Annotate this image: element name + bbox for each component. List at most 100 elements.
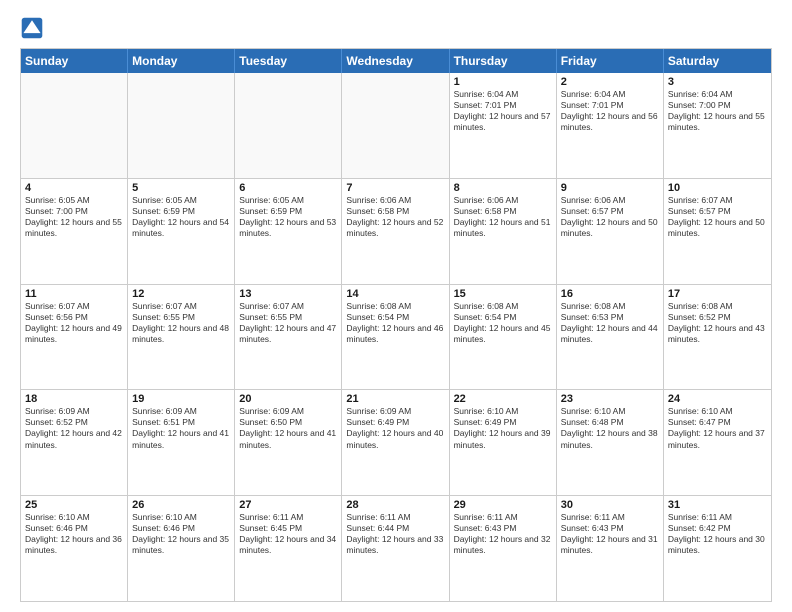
calendar-cell: 19Sunrise: 6:09 AMSunset: 6:51 PMDayligh… — [128, 390, 235, 495]
calendar-body: 1Sunrise: 6:04 AMSunset: 7:01 PMDaylight… — [21, 73, 771, 601]
cell-info: Sunrise: 6:11 AMSunset: 6:43 PMDaylight:… — [561, 512, 659, 556]
day-number: 18 — [25, 393, 123, 405]
calendar-cell: 5Sunrise: 6:05 AMSunset: 6:59 PMDaylight… — [128, 179, 235, 284]
calendar-cell: 17Sunrise: 6:08 AMSunset: 6:52 PMDayligh… — [664, 285, 771, 390]
cell-info: Sunrise: 6:05 AMSunset: 6:59 PMDaylight:… — [132, 195, 230, 239]
cell-info: Sunrise: 6:09 AMSunset: 6:49 PMDaylight:… — [346, 406, 444, 450]
calendar-cell: 7Sunrise: 6:06 AMSunset: 6:58 PMDaylight… — [342, 179, 449, 284]
header-day-wednesday: Wednesday — [342, 49, 449, 73]
day-number: 27 — [239, 499, 337, 511]
calendar-cell: 1Sunrise: 6:04 AMSunset: 7:01 PMDaylight… — [450, 73, 557, 178]
calendar-cell: 18Sunrise: 6:09 AMSunset: 6:52 PMDayligh… — [21, 390, 128, 495]
day-number: 16 — [561, 288, 659, 300]
cell-info: Sunrise: 6:09 AMSunset: 6:51 PMDaylight:… — [132, 406, 230, 450]
cell-info: Sunrise: 6:05 AMSunset: 7:00 PMDaylight:… — [25, 195, 123, 239]
header — [20, 16, 772, 40]
cell-info: Sunrise: 6:04 AMSunset: 7:01 PMDaylight:… — [454, 89, 552, 133]
calendar-cell: 9Sunrise: 6:06 AMSunset: 6:57 PMDaylight… — [557, 179, 664, 284]
day-number: 22 — [454, 393, 552, 405]
header-day-friday: Friday — [557, 49, 664, 73]
calendar-cell: 2Sunrise: 6:04 AMSunset: 7:01 PMDaylight… — [557, 73, 664, 178]
calendar: SundayMondayTuesdayWednesdayThursdayFrid… — [20, 48, 772, 602]
cell-info: Sunrise: 6:09 AMSunset: 6:52 PMDaylight:… — [25, 406, 123, 450]
cell-info: Sunrise: 6:11 AMSunset: 6:44 PMDaylight:… — [346, 512, 444, 556]
cell-info: Sunrise: 6:07 AMSunset: 6:55 PMDaylight:… — [132, 301, 230, 345]
cell-info: Sunrise: 6:08 AMSunset: 6:53 PMDaylight:… — [561, 301, 659, 345]
day-number: 28 — [346, 499, 444, 511]
day-number: 9 — [561, 182, 659, 194]
cell-info: Sunrise: 6:05 AMSunset: 6:59 PMDaylight:… — [239, 195, 337, 239]
cell-info: Sunrise: 6:08 AMSunset: 6:54 PMDaylight:… — [346, 301, 444, 345]
calendar-row-2: 11Sunrise: 6:07 AMSunset: 6:56 PMDayligh… — [21, 285, 771, 391]
calendar-cell: 20Sunrise: 6:09 AMSunset: 6:50 PMDayligh… — [235, 390, 342, 495]
day-number: 24 — [668, 393, 767, 405]
day-number: 25 — [25, 499, 123, 511]
cell-info: Sunrise: 6:06 AMSunset: 6:58 PMDaylight:… — [346, 195, 444, 239]
calendar-row-0: 1Sunrise: 6:04 AMSunset: 7:01 PMDaylight… — [21, 73, 771, 179]
cell-info: Sunrise: 6:04 AMSunset: 7:00 PMDaylight:… — [668, 89, 767, 133]
cell-info: Sunrise: 6:07 AMSunset: 6:56 PMDaylight:… — [25, 301, 123, 345]
calendar-row-1: 4Sunrise: 6:05 AMSunset: 7:00 PMDaylight… — [21, 179, 771, 285]
cell-info: Sunrise: 6:08 AMSunset: 6:52 PMDaylight:… — [668, 301, 767, 345]
calendar-cell: 15Sunrise: 6:08 AMSunset: 6:54 PMDayligh… — [450, 285, 557, 390]
day-number: 31 — [668, 499, 767, 511]
day-number: 30 — [561, 499, 659, 511]
calendar-cell: 4Sunrise: 6:05 AMSunset: 7:00 PMDaylight… — [21, 179, 128, 284]
cell-info: Sunrise: 6:10 AMSunset: 6:47 PMDaylight:… — [668, 406, 767, 450]
day-number: 11 — [25, 288, 123, 300]
calendar-cell: 14Sunrise: 6:08 AMSunset: 6:54 PMDayligh… — [342, 285, 449, 390]
calendar-cell: 24Sunrise: 6:10 AMSunset: 6:47 PMDayligh… — [664, 390, 771, 495]
cell-info: Sunrise: 6:11 AMSunset: 6:43 PMDaylight:… — [454, 512, 552, 556]
day-number: 19 — [132, 393, 230, 405]
day-number: 6 — [239, 182, 337, 194]
header-day-monday: Monday — [128, 49, 235, 73]
calendar-cell — [21, 73, 128, 178]
day-number: 4 — [25, 182, 123, 194]
day-number: 23 — [561, 393, 659, 405]
header-day-thursday: Thursday — [450, 49, 557, 73]
day-number: 14 — [346, 288, 444, 300]
day-number: 12 — [132, 288, 230, 300]
cell-info: Sunrise: 6:04 AMSunset: 7:01 PMDaylight:… — [561, 89, 659, 133]
day-number: 21 — [346, 393, 444, 405]
day-number: 10 — [668, 182, 767, 194]
calendar-cell: 28Sunrise: 6:11 AMSunset: 6:44 PMDayligh… — [342, 496, 449, 601]
cell-info: Sunrise: 6:10 AMSunset: 6:48 PMDaylight:… — [561, 406, 659, 450]
cell-info: Sunrise: 6:11 AMSunset: 6:45 PMDaylight:… — [239, 512, 337, 556]
calendar-cell: 22Sunrise: 6:10 AMSunset: 6:49 PMDayligh… — [450, 390, 557, 495]
calendar-cell: 3Sunrise: 6:04 AMSunset: 7:00 PMDaylight… — [664, 73, 771, 178]
cell-info: Sunrise: 6:06 AMSunset: 6:58 PMDaylight:… — [454, 195, 552, 239]
calendar-cell: 25Sunrise: 6:10 AMSunset: 6:46 PMDayligh… — [21, 496, 128, 601]
calendar-cell: 10Sunrise: 6:07 AMSunset: 6:57 PMDayligh… — [664, 179, 771, 284]
calendar-row-4: 25Sunrise: 6:10 AMSunset: 6:46 PMDayligh… — [21, 496, 771, 601]
calendar-cell: 30Sunrise: 6:11 AMSunset: 6:43 PMDayligh… — [557, 496, 664, 601]
calendar-cell: 8Sunrise: 6:06 AMSunset: 6:58 PMDaylight… — [450, 179, 557, 284]
calendar-cell: 31Sunrise: 6:11 AMSunset: 6:42 PMDayligh… — [664, 496, 771, 601]
day-number: 13 — [239, 288, 337, 300]
calendar-cell: 27Sunrise: 6:11 AMSunset: 6:45 PMDayligh… — [235, 496, 342, 601]
calendar-cell: 26Sunrise: 6:10 AMSunset: 6:46 PMDayligh… — [128, 496, 235, 601]
calendar-cell: 21Sunrise: 6:09 AMSunset: 6:49 PMDayligh… — [342, 390, 449, 495]
calendar-cell: 13Sunrise: 6:07 AMSunset: 6:55 PMDayligh… — [235, 285, 342, 390]
day-number: 20 — [239, 393, 337, 405]
calendar-cell — [235, 73, 342, 178]
calendar-cell: 16Sunrise: 6:08 AMSunset: 6:53 PMDayligh… — [557, 285, 664, 390]
cell-info: Sunrise: 6:10 AMSunset: 6:49 PMDaylight:… — [454, 406, 552, 450]
day-number: 15 — [454, 288, 552, 300]
calendar-cell: 29Sunrise: 6:11 AMSunset: 6:43 PMDayligh… — [450, 496, 557, 601]
header-day-sunday: Sunday — [21, 49, 128, 73]
cell-info: Sunrise: 6:07 AMSunset: 6:57 PMDaylight:… — [668, 195, 767, 239]
cell-info: Sunrise: 6:09 AMSunset: 6:50 PMDaylight:… — [239, 406, 337, 450]
calendar-cell — [128, 73, 235, 178]
cell-info: Sunrise: 6:07 AMSunset: 6:55 PMDaylight:… — [239, 301, 337, 345]
day-number: 29 — [454, 499, 552, 511]
logo-icon — [20, 16, 44, 40]
page: SundayMondayTuesdayWednesdayThursdayFrid… — [0, 0, 792, 612]
day-number: 7 — [346, 182, 444, 194]
calendar-cell: 12Sunrise: 6:07 AMSunset: 6:55 PMDayligh… — [128, 285, 235, 390]
day-number: 8 — [454, 182, 552, 194]
calendar-cell: 6Sunrise: 6:05 AMSunset: 6:59 PMDaylight… — [235, 179, 342, 284]
cell-info: Sunrise: 6:10 AMSunset: 6:46 PMDaylight:… — [25, 512, 123, 556]
day-number: 3 — [668, 76, 767, 88]
day-number: 17 — [668, 288, 767, 300]
